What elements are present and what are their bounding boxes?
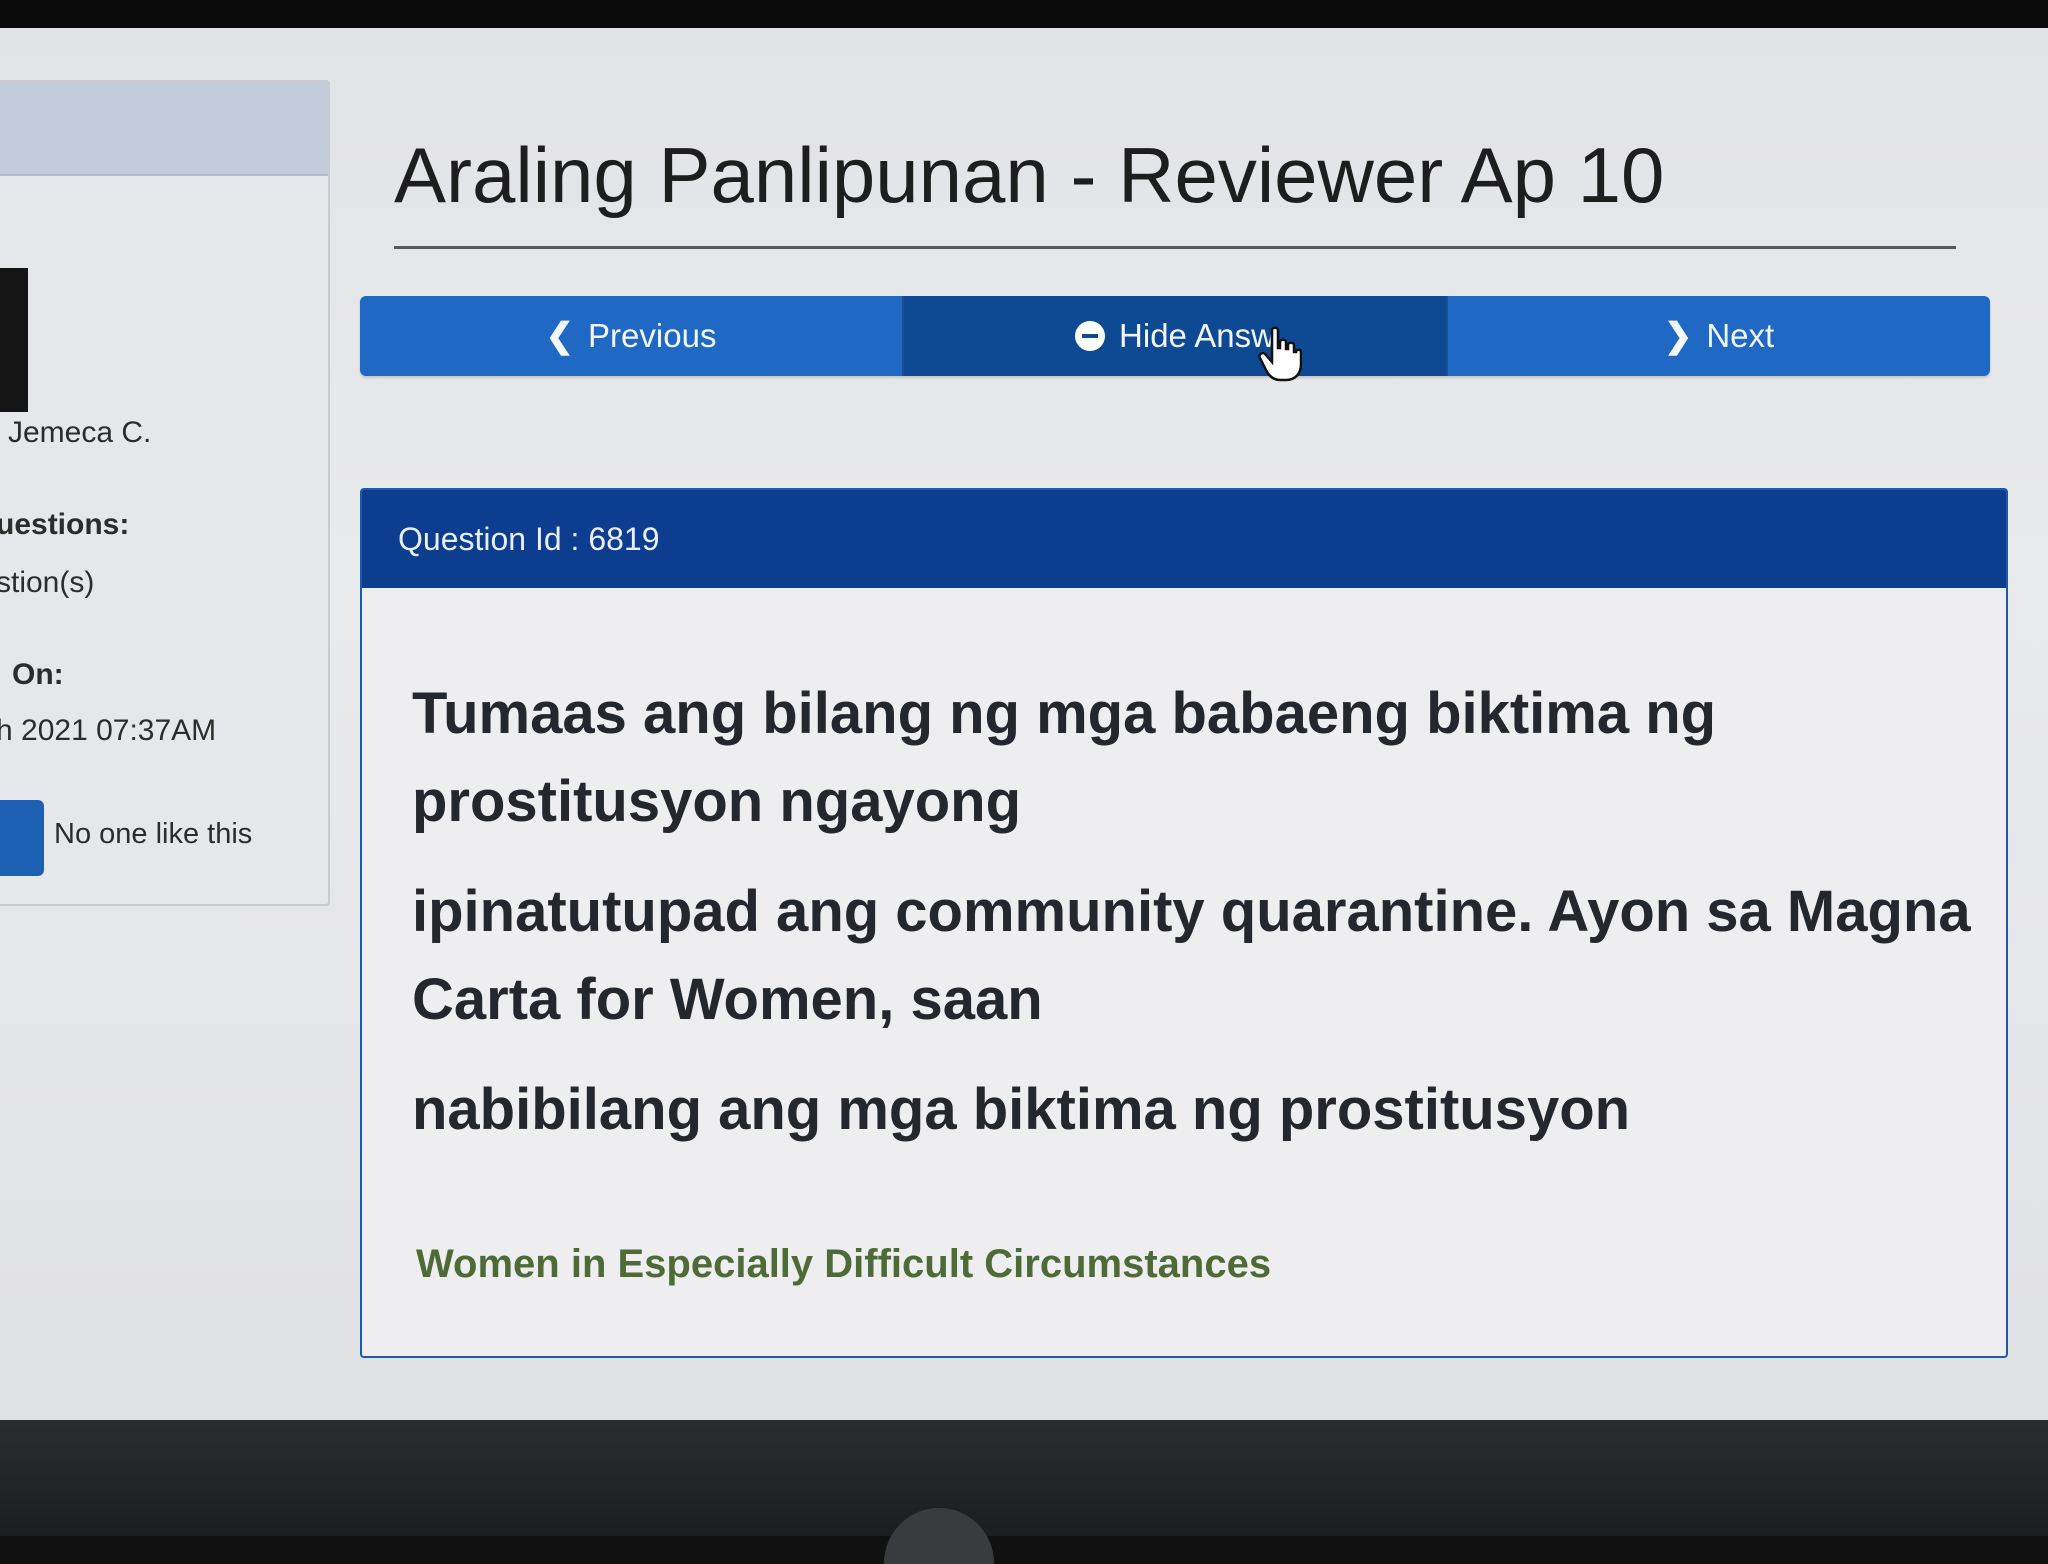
question-text: Tumaas ang bilang ng mga babaeng biktima… xyxy=(412,670,1972,1176)
top-bezel xyxy=(0,0,2048,28)
like-button[interactable]: e xyxy=(0,800,44,876)
hide-answer-label: Hide Answ xyxy=(1119,317,1275,354)
previous-button[interactable]: ❮ Previous xyxy=(360,296,904,376)
question-id: Question Id : 6819 xyxy=(398,520,660,557)
question-paragraph: nabibilang ang mga biktima ng prostitusy… xyxy=(412,1077,1631,1142)
minus-circle-icon xyxy=(1075,321,1106,351)
question-navigation: ❮ Previous Hide Answ ❯ Next xyxy=(360,296,1990,376)
avatar[interactable] xyxy=(0,268,28,412)
next-button[interactable]: ❯ Next xyxy=(1448,296,1990,376)
previous-label: Previous xyxy=(588,317,717,354)
like-status: No one like this xyxy=(54,818,253,850)
posted-on-label: On: xyxy=(12,658,64,691)
sidebar-header xyxy=(0,82,328,176)
sidebar-panel: Jemeca C. uestions: stion(s) On: h 2021 … xyxy=(0,80,330,906)
screen: Jemeca C. uestions: stion(s) On: h 2021 … xyxy=(0,28,2048,1420)
posted-on-date: h 2021 07:37AM xyxy=(0,714,217,747)
question-paragraph: ipinatutupad ang community quarantine. A… xyxy=(412,879,1971,1032)
answer-text: Women in Especially Difficult Circumstan… xyxy=(416,1242,1272,1286)
questions-label: uestions: xyxy=(0,508,130,541)
page-title: Araling Panlipunan - Reviewer Ap 10 xyxy=(394,131,1665,219)
bottom-bezel xyxy=(0,1420,2048,1536)
chevron-right-icon: ❯ xyxy=(1663,317,1693,355)
hide-answer-button[interactable]: Hide Answ xyxy=(904,296,1448,376)
hand-cursor-icon xyxy=(1258,326,1302,382)
questions-count: stion(s) xyxy=(0,566,95,599)
author-name[interactable]: Jemeca C. xyxy=(8,416,151,450)
question-paragraph: Tumaas ang bilang ng mga babaeng biktima… xyxy=(412,681,1717,834)
question-id-header: Question Id : 6819 xyxy=(362,490,2006,588)
next-label: Next xyxy=(1706,317,1775,354)
chevron-left-icon: ❮ xyxy=(545,317,575,355)
title-divider xyxy=(394,246,1956,249)
question-card: Question Id : 6819 Tumaas ang bilang ng … xyxy=(360,488,2008,1358)
